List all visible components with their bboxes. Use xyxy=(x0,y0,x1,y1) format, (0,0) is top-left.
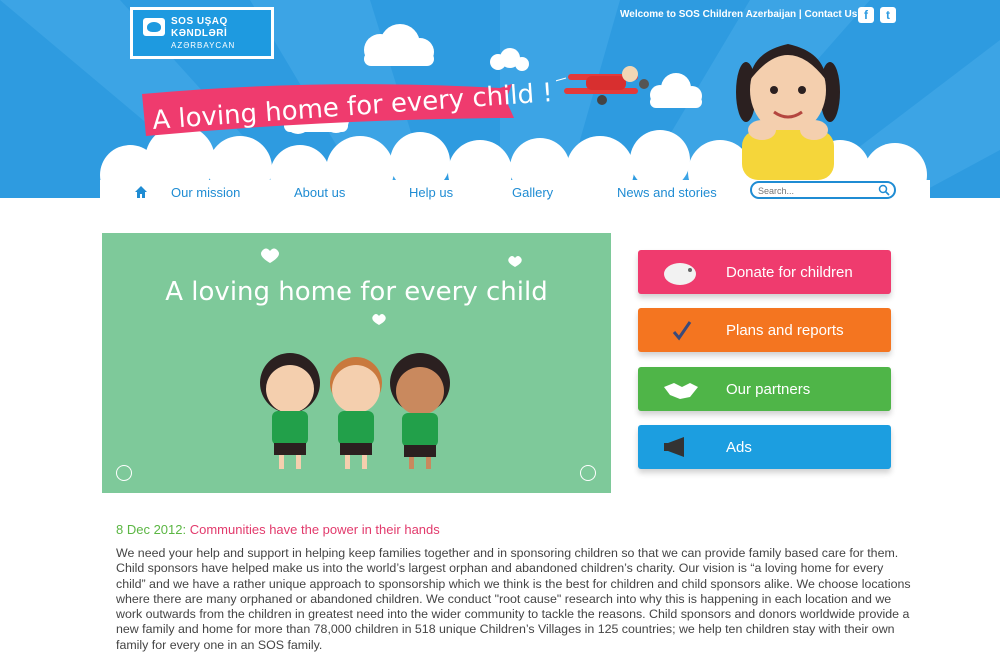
news-date: 8 Dec 2012: xyxy=(116,522,187,537)
ads-button[interactable]: Ads xyxy=(638,425,891,469)
site-header: SOS UŞAQ KƏNDLƏRİ AZƏRBAYCAN Welcome to … xyxy=(0,0,1000,205)
nav-our-mission[interactable]: Our mission xyxy=(171,185,240,200)
plans-reports-label: Plans and reports xyxy=(726,322,844,339)
donate-label: Donate for children xyxy=(726,264,853,281)
sos-logo[interactable]: SOS UŞAQ KƏNDLƏRİ AZƏRBAYCAN xyxy=(130,7,274,59)
search-icon[interactable] xyxy=(878,184,890,196)
airplane-icon xyxy=(556,66,649,105)
kid-middle xyxy=(330,357,382,469)
search-input[interactable] xyxy=(758,184,876,197)
donate-button[interactable]: Donate for children xyxy=(638,250,891,294)
nav-news-and-stories[interactable]: News and stories xyxy=(617,185,717,200)
top-links: Welcome to SOS Children Azerbaijan | Con… xyxy=(620,9,857,20)
nav-help-us[interactable]: Help us xyxy=(409,185,453,200)
kid-left xyxy=(260,353,320,469)
our-partners-button[interactable]: Our partners xyxy=(638,367,891,411)
logo-line-2: KƏNDLƏRİ xyxy=(171,28,228,39)
kid-right xyxy=(390,353,450,469)
welcome-link[interactable]: Welcome to SOS Children Azerbaijan xyxy=(620,9,796,20)
news-body: We need your help and support in helping… xyxy=(116,546,911,652)
home-icon[interactable] xyxy=(134,185,148,199)
checkmark-icon xyxy=(672,321,692,341)
slider-prev-arrow[interactable] xyxy=(116,465,132,481)
logo-line-1: SOS UŞAQ xyxy=(171,16,228,27)
news-headline: 8 Dec 2012: Communities have the power i… xyxy=(116,522,440,537)
top-links-separator: | xyxy=(796,9,805,20)
handshake-icon xyxy=(664,383,698,399)
tagline-banner: A loving home for every child ! xyxy=(140,78,554,138)
news-title-link[interactable]: Communities have the power in their hand… xyxy=(190,522,440,537)
logo-icon xyxy=(143,18,165,36)
contact-us-link[interactable]: Contact Us xyxy=(805,9,858,20)
logo-line-3: AZƏRBAYCAN xyxy=(171,41,236,50)
nav-gallery[interactable]: Gallery xyxy=(512,185,553,200)
hero-slider: A loving home for every child xyxy=(102,233,611,493)
slider-illustration xyxy=(260,248,522,469)
plans-reports-button[interactable]: Plans and reports xyxy=(638,308,891,352)
slider-next-arrow[interactable] xyxy=(580,465,596,481)
nav-about-us[interactable]: About us xyxy=(294,185,345,200)
megaphone-icon xyxy=(664,437,684,457)
our-partners-label: Our partners xyxy=(726,381,811,398)
piggy-bank-icon xyxy=(664,263,696,285)
search-box xyxy=(750,181,896,199)
child-photo xyxy=(736,44,840,180)
ads-label: Ads xyxy=(726,439,752,456)
facebook-icon[interactable]: f xyxy=(858,7,874,23)
twitter-icon[interactable]: t xyxy=(880,7,896,23)
